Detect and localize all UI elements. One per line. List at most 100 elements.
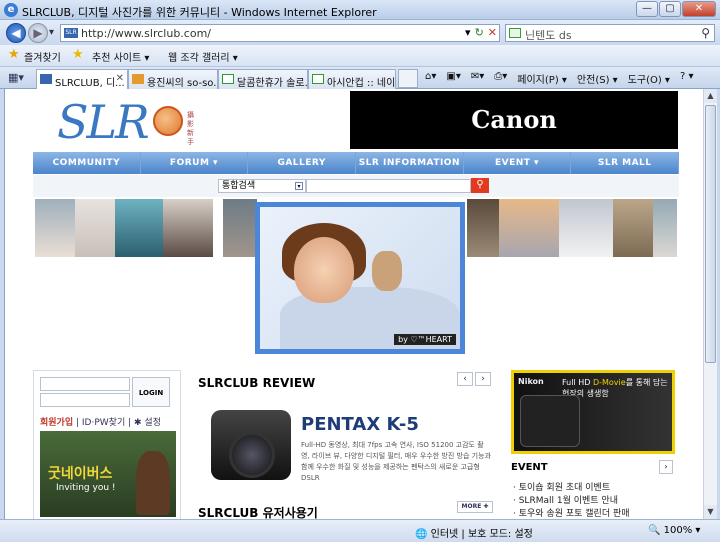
favorites-button[interactable]: 즐겨찾기 — [24, 49, 61, 64]
search-scope-value: 통합검색 — [222, 181, 256, 191]
mail-icon[interactable]: ✉▾ — [471, 71, 484, 86]
gallery-thumbnail[interactable] — [35, 199, 75, 257]
nav-slr-information[interactable]: SLR INFORMATION ▾ — [356, 152, 464, 190]
find-id-pw-link[interactable]: ID·PW찾기 — [82, 418, 125, 428]
gallery-thumbnail[interactable] — [163, 199, 213, 257]
command-bar: ⌂▾ ▣▾ ✉▾ ⎙▾ 페이지(P) ▾ 안전(S) ▾ 도구(O) ▾ ? ▾ — [425, 71, 693, 86]
minimize-button[interactable]: — — [636, 1, 658, 17]
tab-label: SLRCLUB, 디... — [55, 78, 125, 89]
camera-lens — [229, 432, 275, 478]
event-heading: EVENT — [511, 462, 548, 473]
promo-child-figure — [136, 451, 170, 515]
more-button[interactable]: MORE ✚ — [457, 501, 493, 513]
suggested-sites-button[interactable]: 추천 사이트 ▾ — [92, 49, 149, 64]
event-item[interactable]: · 토이숍 회원 초대 이벤트 — [513, 482, 630, 495]
account-links: 회원가입 | ID·PW찾기 | ✱ 설정 — [40, 418, 161, 428]
help-menu[interactable]: ? ▾ — [680, 71, 694, 86]
gallery-thumbnail[interactable] — [75, 199, 115, 257]
event-item[interactable]: · SLRMall 1월 이벤트 안내 — [513, 495, 630, 508]
gallery-thumbnail[interactable] — [613, 199, 653, 257]
join-link[interactable]: 회원가입 — [40, 418, 73, 428]
settings-link[interactable]: ✱ 설정 — [134, 418, 161, 428]
username-input[interactable] — [40, 377, 130, 391]
review-product-title[interactable]: PENTAX K-5 — [301, 414, 419, 435]
login-panel: LOGIN 회원가입 | ID·PW찾기 | ✱ 설정 굿네이버스 Inviti… — [33, 370, 181, 519]
gallery-thumbnail[interactable] — [223, 199, 257, 257]
chevron-down-icon[interactable]: ▾ — [295, 182, 303, 190]
gallery-thumbnail[interactable] — [115, 199, 163, 257]
stop-icon[interactable]: ✕ — [488, 26, 497, 39]
slrclub-logo[interactable]: SLR — [57, 95, 150, 149]
search-provider-icon[interactable] — [509, 28, 521, 38]
new-tab-button[interactable] — [398, 69, 418, 88]
review-prev-button[interactable]: ‹ — [457, 372, 473, 386]
gallery-thumbnail[interactable] — [653, 199, 677, 257]
address-dropdown[interactable]: ▾ — [465, 26, 471, 39]
quick-tabs-icon[interactable]: ▦▾ — [8, 71, 24, 84]
login-button[interactable]: LOGIN — [132, 377, 170, 407]
status-bar: 🌐 인터넷 | 보호 모드: 설정 🔍 100% ▾ — [0, 519, 720, 542]
goodneighbors-banner[interactable]: 굿네이버스 Inviting you ! — [40, 431, 176, 517]
back-button[interactable]: ◀ — [6, 23, 26, 43]
favorites-star-icon[interactable]: ★ — [8, 47, 20, 62]
nav-event[interactable]: EVENT ▾ — [464, 152, 572, 174]
tab-asiancup[interactable]: 아시안컵 :: 네이... — [308, 69, 396, 89]
close-window-button[interactable]: ✕ — [682, 1, 716, 17]
window-titlebar: e SLRCLUB, 디지털 사진가를 위한 커뮤니티 - Windows In… — [0, 0, 720, 20]
tab-slrclub[interactable]: SLRCLUB, 디... ✕ — [36, 69, 128, 90]
scroll-down-button[interactable]: ▼ — [704, 505, 717, 519]
safety-menu[interactable]: 안전(S) ▾ — [577, 71, 618, 86]
search-input[interactable]: 닌텐도 ds — [525, 27, 572, 43]
forward-button[interactable]: ▶ — [28, 23, 48, 43]
home-icon[interactable]: ⌂▾ — [425, 71, 436, 86]
url-text[interactable]: http://www.slrclub.com/ — [81, 27, 211, 40]
pentax-camera-image[interactable] — [211, 410, 291, 480]
window-title: SLRCLUB, 디지털 사진가를 위한 커뮤니티 - Windows Inte… — [22, 6, 377, 19]
feeds-icon[interactable]: ▣▾ — [446, 71, 460, 86]
gallery-thumbnail[interactable] — [559, 199, 613, 257]
logo-subtitle: 攝影新手 — [187, 111, 194, 146]
web-slice-gallery-button[interactable]: 웹 조각 갤러리 ▾ — [168, 49, 238, 64]
security-zone-indicator[interactable]: 🌐 인터넷 | 보호 모드: 설정 — [415, 525, 533, 540]
gallery-thumbnail[interactable] — [499, 199, 559, 257]
scroll-up-button[interactable]: ▲ — [704, 89, 717, 103]
featured-photo[interactable]: by ♡™HEART — [255, 202, 465, 354]
maximize-button[interactable]: ▢ — [659, 1, 681, 17]
window-controls: — ▢ ✕ — [636, 1, 716, 17]
nikon-logo: Nikon — [518, 377, 544, 386]
nav-community[interactable]: COMMUNITY — [33, 152, 141, 174]
event-list: · 토이숍 회원 초대 이벤트 · SLRMall 1월 이벤트 안내 · 토우… — [513, 482, 630, 519]
nikon-banner-ad[interactable]: Nikon Full HD D-Movie를 통해 담는 현장의 생생함 — [511, 370, 675, 454]
site-search-button[interactable]: ⚲ — [471, 178, 489, 193]
zoom-control[interactable]: 🔍 100% ▾ — [648, 525, 700, 536]
recent-pages-dropdown[interactable]: ▾ — [49, 27, 54, 38]
print-icon[interactable]: ⎙▾ — [494, 71, 507, 86]
review-next-button[interactable]: › — [475, 372, 491, 386]
page-menu[interactable]: 페이지(P) ▾ — [517, 71, 567, 86]
tab-favicon-icon — [132, 74, 144, 84]
tab-yongjin[interactable]: 용진씨의 so-so... — [128, 69, 218, 89]
close-tab-icon[interactable]: ✕ — [116, 73, 124, 84]
site-search-input[interactable] — [306, 179, 471, 193]
add-favorite-icon[interactable]: ★ — [72, 47, 84, 62]
tab-dalkom[interactable]: 달콤한휴가 솔로... — [218, 69, 308, 89]
scroll-thumb[interactable] — [705, 105, 716, 363]
tab-label: 아시안컵 :: 네이... — [327, 78, 396, 89]
gallery-thumbnail[interactable] — [467, 199, 499, 257]
nav-forum[interactable]: FORUM ▾ — [141, 152, 249, 174]
nav-gallery[interactable]: GALLERY — [248, 152, 357, 174]
address-field[interactable]: SLR http://www.slrclub.com/ ▾ ↻ ✕ — [60, 24, 500, 42]
vertical-scrollbar[interactable]: ▲ ▼ — [703, 89, 717, 519]
event-item[interactable]: · 토우와 송원 포토 캘린더 판매 — [513, 508, 630, 519]
canon-banner-ad[interactable]: Canon — [350, 91, 678, 149]
search-go-icon[interactable]: ⚲ — [701, 26, 710, 40]
tools-menu[interactable]: 도구(O) ▾ — [628, 71, 670, 86]
password-input[interactable] — [40, 393, 130, 407]
event-more-button[interactable]: › — [659, 460, 673, 474]
search-box[interactable]: 닌텐도 ds ⚲ — [505, 24, 715, 42]
refresh-icon[interactable]: ↻ — [475, 26, 484, 39]
ie-logo-icon: e — [4, 3, 18, 17]
nav-slr-mall[interactable]: SLR MALL — [571, 152, 680, 174]
search-scope-select[interactable]: 통합검색 ▾ — [218, 179, 306, 193]
photo-subject-face — [294, 237, 354, 303]
